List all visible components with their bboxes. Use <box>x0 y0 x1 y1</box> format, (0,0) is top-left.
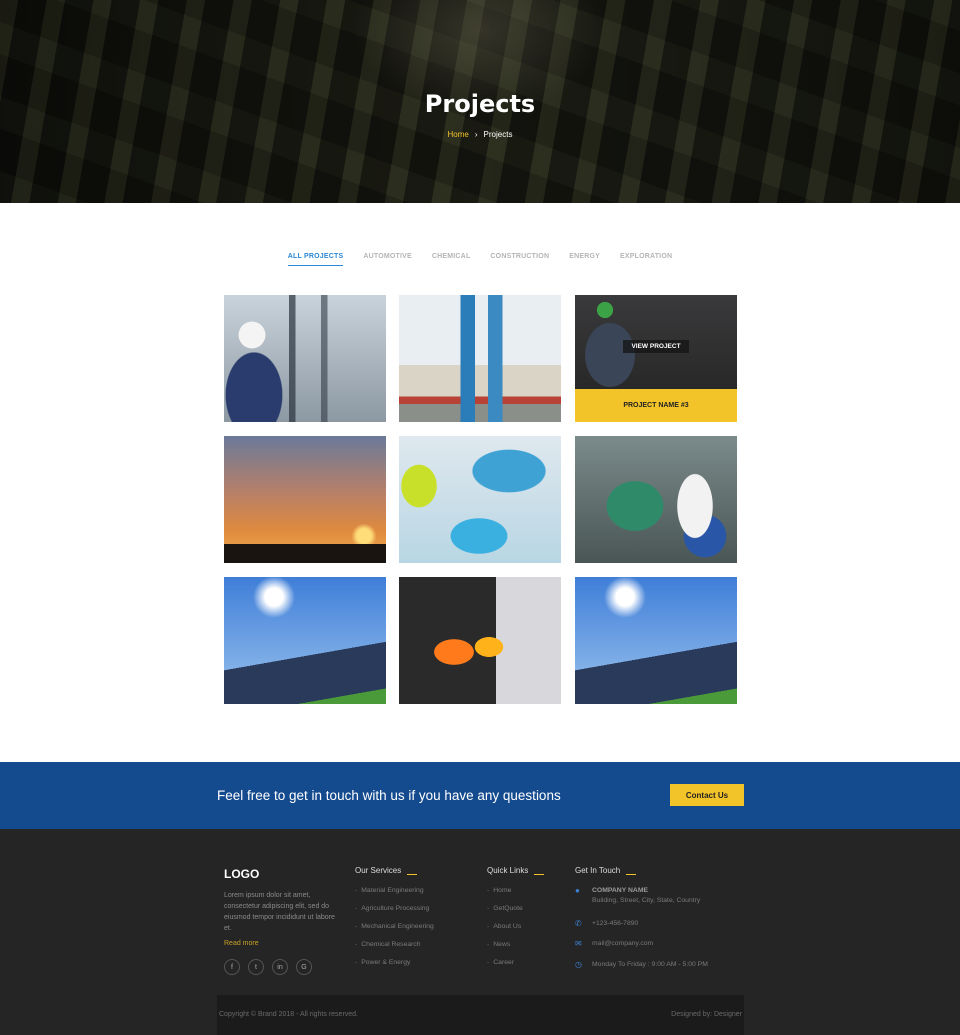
contact-phone: ✆ +123-456-7890 <box>575 919 638 929</box>
read-more-link[interactable]: Read more <box>224 940 259 947</box>
contact-heading: Get In Touch <box>575 866 636 875</box>
quick-link[interactable]: GetQuote <box>487 905 544 923</box>
hours-text: Monday To Friday : 9:00 AM - 5:00 PM <box>592 961 708 968</box>
project-filter-tabs: ALL PROJECTS AUTOMOTIVE CHEMICAL CONSTRU… <box>0 253 960 266</box>
footer-quick-links: Quick Links Home GetQuote About Us News … <box>487 866 544 977</box>
copyright-bar: Copyright © Brand 2018 - All rights rese… <box>217 995 744 1035</box>
service-link[interactable]: Mechanical Engineering <box>355 923 434 941</box>
project-name-label[interactable]: PROJECT NAME #3 <box>575 389 737 422</box>
project-tile-chemistry-flask[interactable] <box>399 436 561 563</box>
footer-services: Our Services Material Engineering Agricu… <box>355 866 434 977</box>
tab-construction[interactable]: CONSTRUCTION <box>490 253 549 266</box>
quick-link[interactable]: About Us <box>487 923 544 941</box>
copyright-text: Copyright © Brand 2018 - All rights rese… <box>219 1011 359 1018</box>
cta-text: Feel free to get in touch with us if you… <box>217 788 561 803</box>
project-tile-drill-press-worker[interactable] <box>575 436 737 563</box>
google-icon[interactable]: G <box>296 959 312 975</box>
footer-contact: Get In Touch ● COMPANY NAME Building, Str… <box>575 866 708 969</box>
phone-icon: ✆ <box>575 919 582 928</box>
quick-link[interactable]: Career <box>487 959 544 977</box>
chevron-right-icon: › <box>474 130 478 139</box>
facebook-icon[interactable]: f <box>224 959 240 975</box>
footer-logo[interactable]: LOGO <box>224 867 259 881</box>
project-tile-industrial-towers[interactable] <box>399 295 561 422</box>
tab-chemical[interactable]: CHEMICAL <box>432 253 471 266</box>
address-text: Building, Street, City, State, Country <box>592 897 701 904</box>
page-title: Projects <box>424 90 536 118</box>
service-link[interactable]: Agriculture Processing <box>355 905 434 923</box>
contact-email: ✉ mail@company.com <box>575 939 653 949</box>
footer-about-text: Lorem ipsum dolor sit amet, consectetur … <box>224 892 335 932</box>
contact-address: ● COMPANY NAME Building, Street, City, St… <box>575 886 700 906</box>
quick-links-heading: Quick Links <box>487 866 544 875</box>
site-footer: LOGO Lorem ipsum dolor sit amet, consect… <box>0 829 960 1035</box>
tab-exploration[interactable]: EXPLORATION <box>620 253 672 266</box>
project-tile-fuel-nozzles[interactable] <box>399 577 561 704</box>
page-hero: Projects Home › Projects <box>0 0 960 203</box>
breadcrumb: Home › Projects <box>0 130 960 139</box>
contact-hours: ◷ Monday To Friday : 9:00 AM - 5:00 PM <box>575 960 708 970</box>
breadcrumb-home-link[interactable]: Home <box>448 130 469 139</box>
tab-all-projects[interactable]: ALL PROJECTS <box>287 253 344 266</box>
twitter-icon[interactable]: t <box>248 959 264 975</box>
view-project-button[interactable]: VIEW PROJECT <box>623 340 689 353</box>
service-link[interactable]: Chemical Research <box>355 941 434 959</box>
project-tile-oil-pump-sunset[interactable] <box>224 436 386 563</box>
quick-link[interactable]: News <box>487 941 544 959</box>
linkedin-icon[interactable]: in <box>272 959 288 975</box>
contact-us-button[interactable]: Contact Us <box>670 784 744 806</box>
project-tile-solar-wind-2[interactable] <box>575 577 737 704</box>
social-links: f t in G <box>224 959 312 975</box>
envelope-icon: ✉ <box>575 939 582 948</box>
service-link[interactable]: Power & Energy <box>355 959 434 977</box>
project-tile-refinery-engineer[interactable] <box>224 295 386 422</box>
breadcrumb-current: Projects <box>483 130 513 139</box>
tab-energy[interactable]: ENERGY <box>569 253 600 266</box>
tab-automotive[interactable]: AUTOMOTIVE <box>363 253 412 266</box>
service-link[interactable]: Material Engineering <box>355 887 434 905</box>
company-name: COMPANY NAME <box>592 887 649 894</box>
designer-credit[interactable]: Designed by: Designer <box>671 1011 742 1018</box>
phone-text[interactable]: +123-456-7890 <box>592 919 638 929</box>
project-tile-welder[interactable]: VIEW PROJECT PROJECT NAME #3 <box>575 295 737 422</box>
services-heading: Our Services <box>355 866 434 875</box>
quick-link[interactable]: Home <box>487 887 544 905</box>
contact-cta-band: Feel free to get in touch with us if you… <box>0 762 960 829</box>
clock-icon: ◷ <box>575 960 582 969</box>
map-pin-icon: ● <box>575 886 580 895</box>
email-text[interactable]: mail@company.com <box>592 939 653 949</box>
project-tile-solar-wind[interactable] <box>224 577 386 704</box>
